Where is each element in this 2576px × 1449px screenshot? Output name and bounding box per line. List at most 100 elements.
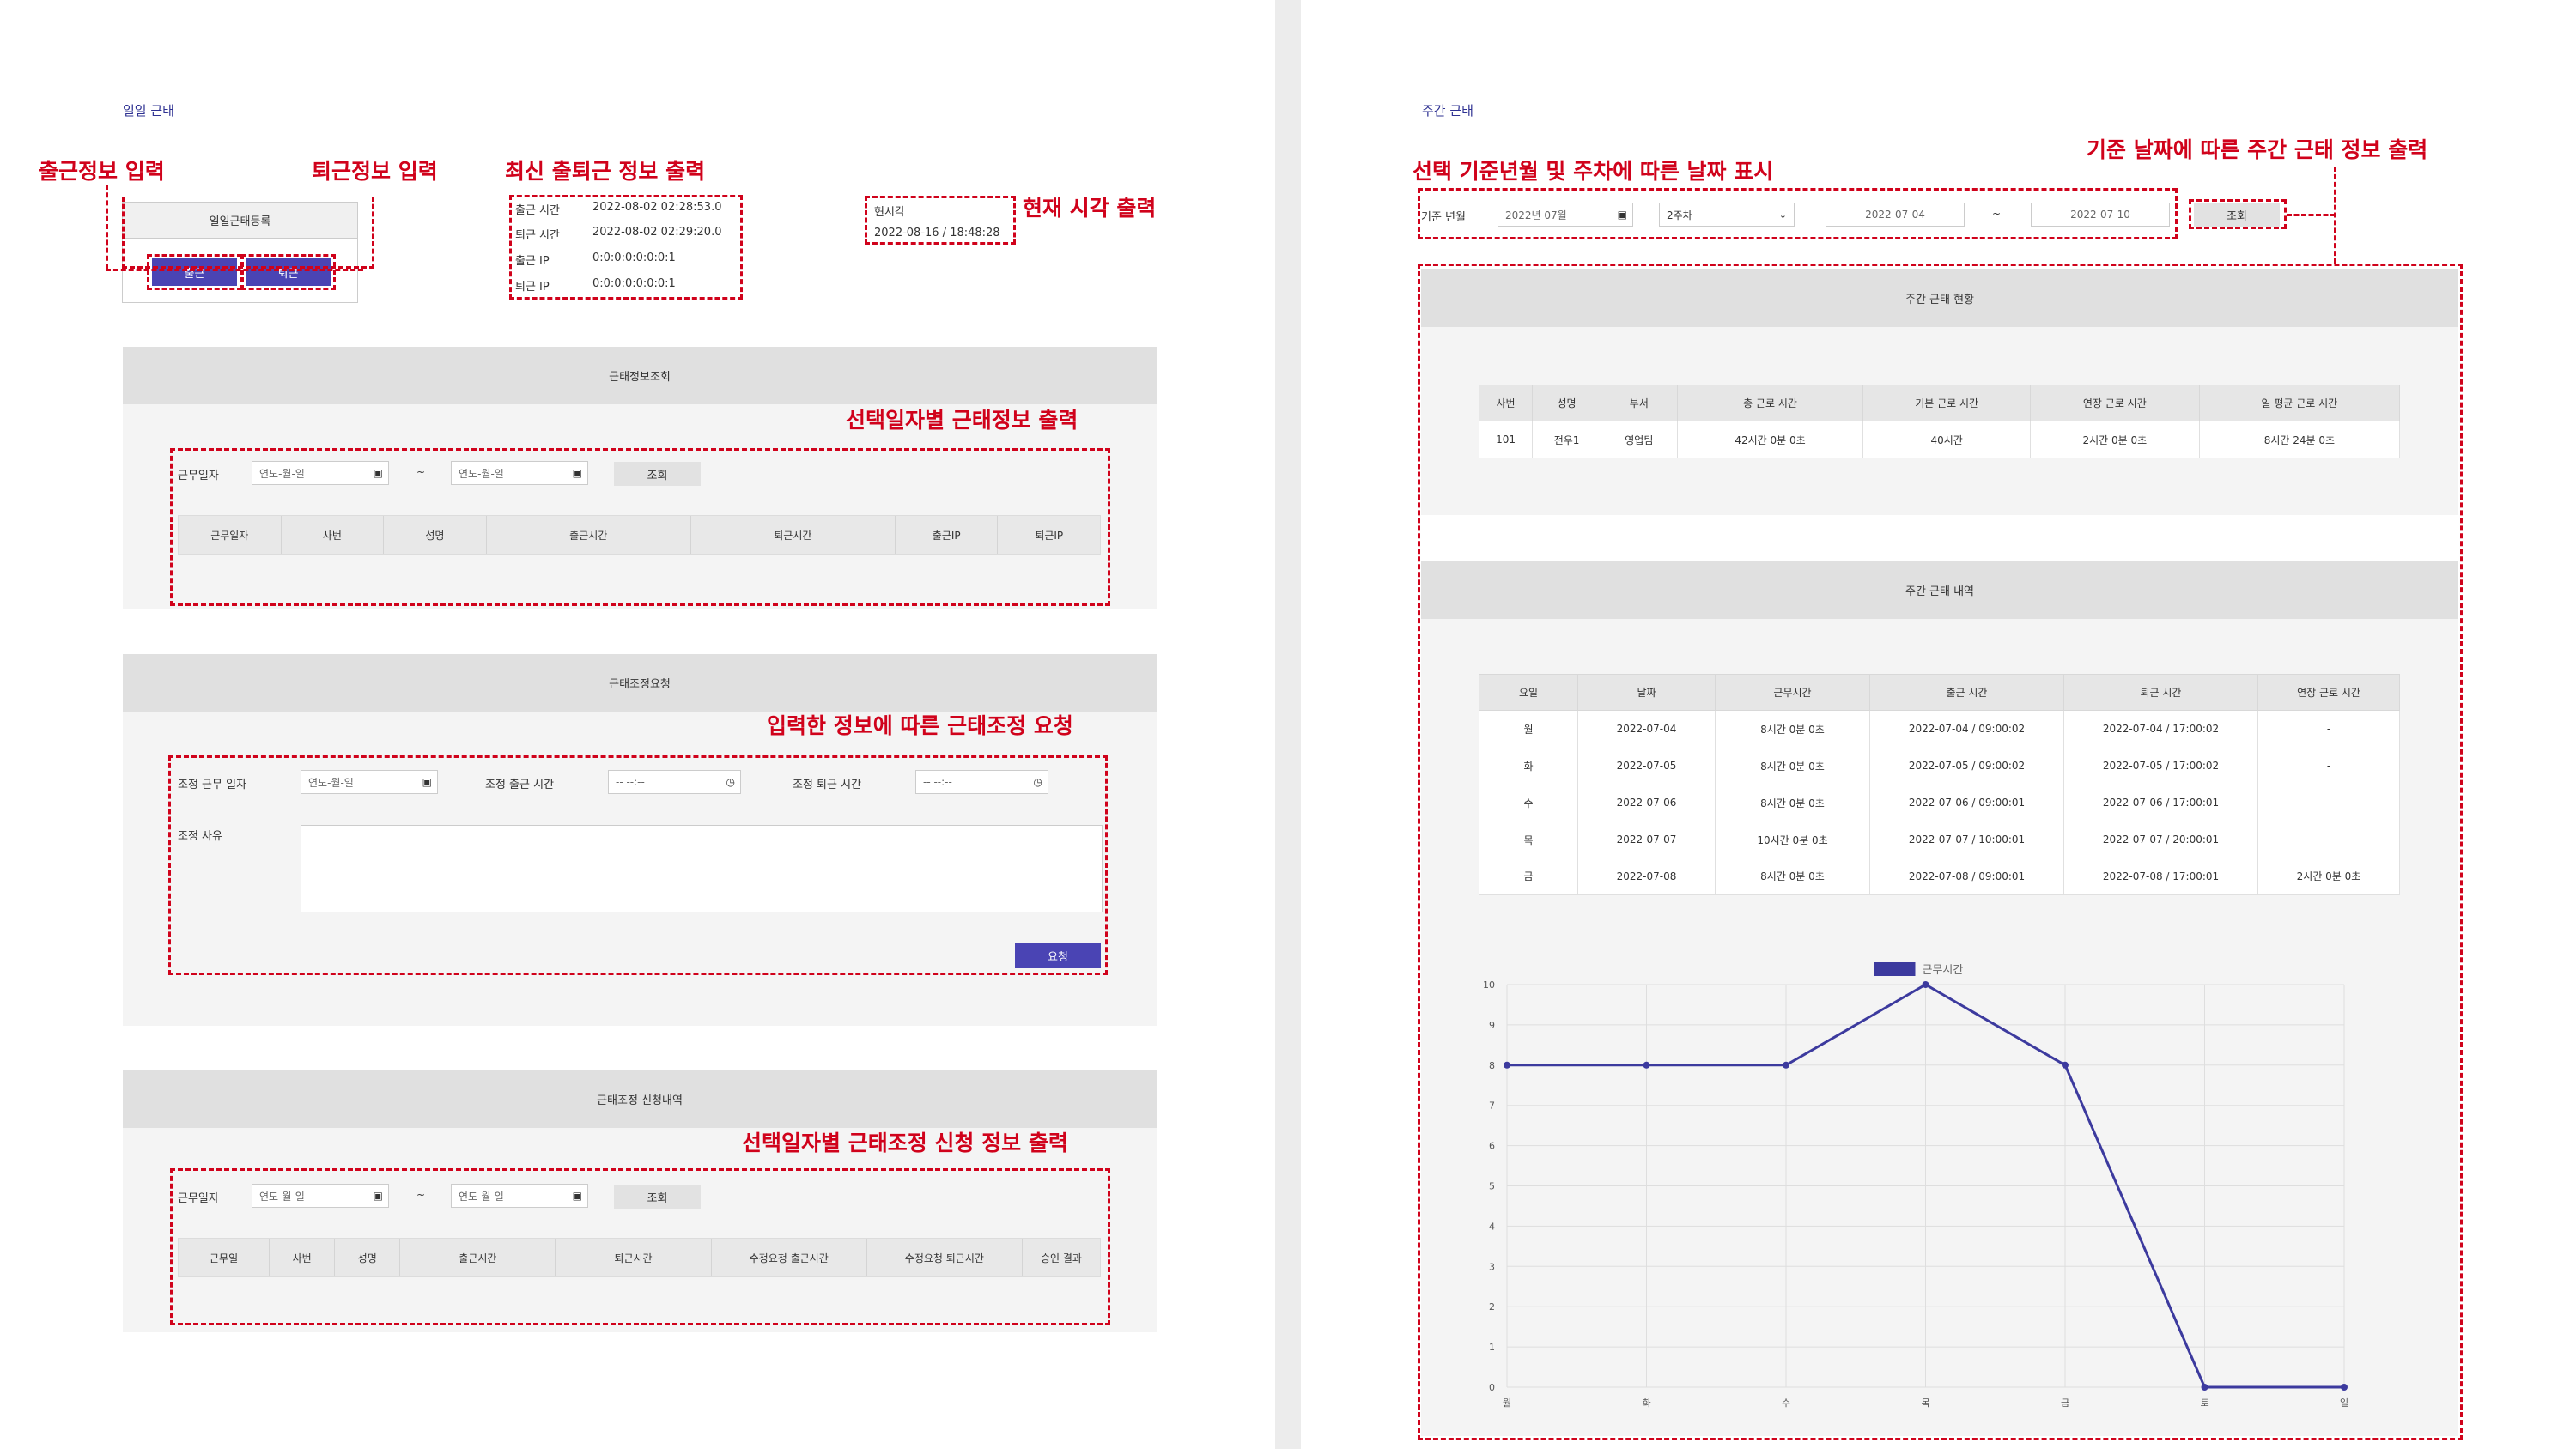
col-header: 근무일자 [179,516,282,554]
detail-title: 주간 근태 내역 [1421,561,2458,619]
inquiry-date-label: 근무일자 [178,470,219,482]
adjust-list-start-date[interactable]: 연도-월-일 ▣ [252,1184,389,1208]
calendar-icon[interactable]: ▣ [374,467,383,479]
y-tick-label: 0 [1489,1382,1495,1393]
col-header: 퇴근IP [1035,529,1064,542]
y-tick-label: 9 [1489,1020,1495,1031]
annotation-box-clock-out-btn [241,254,336,290]
calendar-icon[interactable]: ▣ [374,1190,383,1202]
col-header: 퇴근 시간 [2063,674,2258,711]
adjust-date-label: 조정 근무 일자 [178,779,247,791]
table-row: 금 2022-07-08 8시간 0분 0초 2022-07-08 / 09:0… [1479,858,2400,895]
date-placeholder: 연도-월-일 [259,1190,305,1203]
table-cell: 2022-07-06 [1577,784,1716,822]
col-header: 성명 [1532,385,1601,421]
time-placeholder: -- --:-- [923,776,952,788]
table-cell: 8시간 0분 0초 [1715,747,1870,785]
work-hours-chart: 0 1 2 3 4 5 6 7 8 9 10 월 화 수 목 금 토 일 근무시간 [1483,962,2348,1409]
adjust-out-time-input[interactable]: -- --:-- ◷ [915,770,1048,794]
data-point [1504,1061,1510,1069]
adjust-reason-textarea[interactable] [301,825,1103,912]
table-cell: 2022-07-06 / 17:00:01 [2063,784,2258,822]
calendar-icon[interactable]: ▣ [573,467,582,479]
y-tick-label: 2 [1489,1301,1495,1313]
table-cell: 월 [1479,710,1578,748]
clock-icon[interactable]: ◷ [1034,776,1042,788]
x-tick-label: 토 [2200,1397,2208,1409]
y-tick-label: 7 [1489,1100,1495,1112]
latest-value: 2022-08-02 02:29:20.0 [592,226,722,239]
inquiry-title: 근태정보조회 [123,347,1157,404]
month-input[interactable]: 2022년 07월 ▣ [1498,203,1633,227]
table-row: 수 2022-07-06 8시간 0분 0초 2022-07-06 / 09:0… [1479,784,2400,822]
x-tick-label: 목 [1921,1397,1929,1409]
weekly-search-button[interactable]: 조회 [2194,203,2280,227]
calendar-icon[interactable]: ▣ [1618,209,1627,221]
filter-label: 기준 년월 [1421,211,1466,224]
now-value: 2022-08-16 / 18:48:28 [874,227,1000,239]
y-tick-label: 8 [1489,1060,1495,1071]
col-header: 출근시간 [400,1239,556,1276]
week-select[interactable]: 2주차 ⌄ [1659,203,1795,227]
table-cell: - [2257,821,2400,858]
latest-label: 퇴근 시간 [515,229,560,242]
adjust-reason-label: 조정 사유 [178,830,222,843]
inquiry-search-button[interactable]: 조회 [614,462,701,486]
calendar-icon[interactable]: ▣ [422,776,432,788]
x-tick-label: 일 [2340,1397,2348,1409]
data-point [1783,1061,1789,1069]
date-placeholder: 연도-월-일 [459,467,504,480]
week-value: 2주차 [1667,209,1692,221]
table-cell: 10시간 0분 0초 [1715,821,1870,858]
clock-icon[interactable]: ◷ [726,776,735,788]
chevron-down-icon: ⌄ [1778,209,1787,221]
col-header: 퇴근시간 [691,516,896,554]
table-row: 월 2022-07-04 8시간 0분 0초 2022-07-04 / 09:0… [1479,710,2400,748]
annotation-latest: 최신 출퇴근 정보 출력 [505,159,706,184]
adjust-list-end-date[interactable]: 연도-월-일 ▣ [451,1184,588,1208]
col-header: 출근 시간 [1869,674,2064,711]
col-header: 날짜 [1577,674,1716,711]
inquiry-end-date[interactable]: 연도-월-일 ▣ [451,461,588,485]
table-cell: 8시간 0분 0초 [1715,858,1870,895]
latest-in-ip: 출근 IP 0:0:0:0:0:0:0:1 [515,252,676,268]
date-placeholder: 연도-월-일 [259,467,305,480]
x-tick-label: 수 [1782,1397,1790,1409]
table-cell: - [2257,747,2400,785]
adjust-request-button[interactable]: 요청 [1015,943,1101,968]
col-header: 출근IP [896,516,999,554]
adjust-list-search-button[interactable]: 조회 [614,1185,701,1209]
inquiry-start-date[interactable]: 연도-월-일 ▣ [252,461,389,485]
y-tick-label: 3 [1489,1261,1495,1272]
col-header: 요일 [1479,674,1578,711]
table-cell: 42시간 0분 0초 [1676,421,1864,458]
daily-attendance-page: 일일 근태 출근정보 입력 퇴근정보 입력 최신 출퇴근 정보 출력 현재 시각… [0,0,1275,1449]
table-cell: 8시간 24분 0초 [2198,421,2401,458]
data-point [2062,1061,2069,1069]
adjust-date-input[interactable]: 연도-월-일 ▣ [301,770,438,794]
annotation-line [2334,167,2336,264]
table-cell: 2022-07-05 / 09:00:02 [1869,747,2064,785]
x-tick-label: 화 [1642,1397,1650,1409]
table-header-row: 사번 성명 부서 총 근로 시간 기본 근로 시간 연장 근로 시간 일 평균 … [1478,385,2401,421]
x-tick-label: 월 [1503,1397,1511,1409]
col-header: 사번 [270,1239,336,1276]
data-point [2341,1384,2348,1391]
annotation-adjust-list: 선택일자별 근태조정 신청 정보 출력 [742,1131,1068,1155]
data-point [2201,1384,2208,1391]
col-header: 출근시간 [487,516,691,554]
table-header-row: 요일 날짜 근무시간 출근 시간 퇴근 시간 연장 근로 시간 [1479,674,2400,711]
adjust-in-label: 조정 출근 시간 [485,779,555,791]
data-point [1922,981,1929,988]
calendar-icon[interactable]: ▣ [573,1190,582,1202]
data-point [1643,1061,1650,1069]
adjust-in-time-input[interactable]: -- --:-- ◷ [608,770,741,794]
legend-label: 근무시간 [1923,964,1964,977]
col-header: 부서 [1600,385,1678,421]
table-cell: 2022-07-08 / 09:00:01 [1869,858,2064,895]
col-header: 연장 근로 시간 [2257,674,2400,711]
latest-value: 0:0:0:0:0:0:0:1 [592,277,676,290]
y-tick-label: 10 [1483,979,1495,991]
table-cell: - [2257,710,2400,748]
table-cell: 화 [1479,747,1578,785]
